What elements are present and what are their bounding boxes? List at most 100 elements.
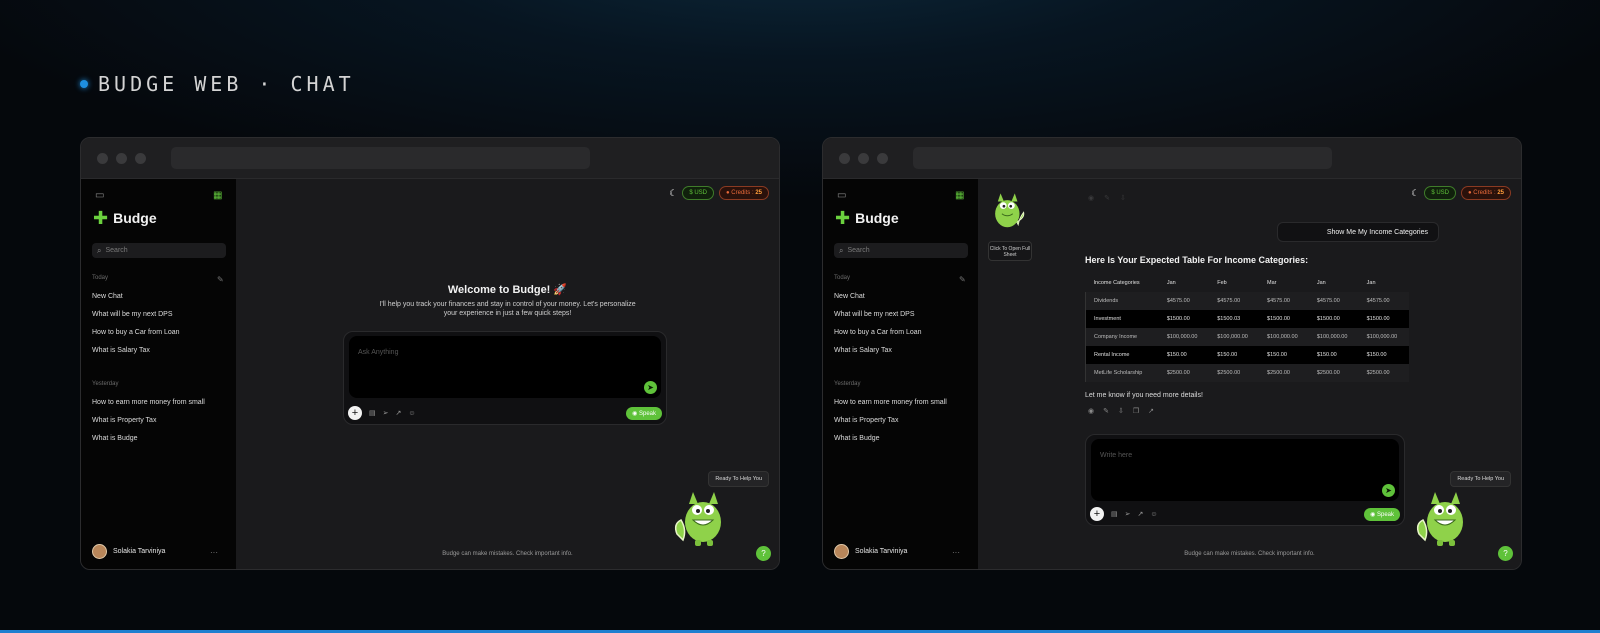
table-cell: $100,000.00: [1209, 328, 1260, 346]
send-plane-icon[interactable]: ➢: [383, 409, 389, 417]
avatar: [92, 544, 107, 559]
eye-icon[interactable]: ◉: [1088, 194, 1094, 202]
speak-button[interactable]: ◉ Speak: [1364, 508, 1400, 521]
grid-icon[interactable]: ▦: [213, 190, 222, 201]
expand-arrow-icon[interactable]: ↗: [1138, 510, 1144, 518]
table-cell: $1500.00: [1358, 310, 1409, 328]
dark-mode-icon[interactable]: ☾: [1411, 188, 1419, 199]
currency-badge[interactable]: $ USD: [1424, 186, 1456, 200]
table-cell: $150.00: [1209, 346, 1260, 364]
new-chat-edit-icon[interactable]: ✎: [217, 275, 224, 284]
speak-label: Speak: [638, 411, 656, 417]
speak-button[interactable]: ◉ Speak: [626, 407, 662, 420]
chat-item-new-chat[interactable]: New Chat: [834, 293, 865, 300]
search-input[interactable]: ⌕ Search: [834, 243, 968, 258]
download-icon[interactable]: ⇩: [1120, 194, 1126, 202]
new-chat-edit-icon[interactable]: ✎: [959, 275, 966, 284]
document-icon[interactable]: ▤: [369, 409, 376, 417]
chat-item[interactable]: How to buy a Car from Loan: [834, 329, 922, 336]
document-icon[interactable]: ▤: [1111, 510, 1118, 518]
search-icon: ⌕: [839, 245, 844, 255]
eye-icon[interactable]: ◉: [1088, 407, 1094, 415]
window-maximize-dot[interactable]: [877, 153, 888, 164]
chat-item[interactable]: How to earn more money from small: [834, 399, 947, 406]
open-full-sheet-button[interactable]: Click To Open Full Sheet: [988, 241, 1032, 261]
address-bar[interactable]: [171, 147, 590, 169]
pencil-icon[interactable]: ✎: [1103, 407, 1109, 415]
window-minimize-dot[interactable]: [116, 153, 127, 164]
faint-message-actions: ◉ ✎ ⇩: [1088, 194, 1126, 202]
search-input[interactable]: ⌕ Search: [92, 243, 226, 258]
chat-item[interactable]: What is Property Tax: [834, 417, 898, 424]
chat-main: ☾ $ USD ● Credits : 25 Welcome to Budge!…: [236, 179, 779, 569]
table-cell: $2500.00: [1158, 364, 1210, 382]
table-cell: $150.00: [1308, 346, 1359, 364]
table-row: Dividends $4575.00 $4575.00 $4575.00 $45…: [1084, 292, 1409, 310]
brand-logo[interactable]: ✚ Budge: [835, 209, 899, 227]
table-row: Rental Income $150.00 $150.00 $150.00 $1…: [1084, 346, 1409, 364]
chat-item[interactable]: How to earn more money from small: [92, 399, 205, 406]
chat-main: Click To Open Full Sheet ◉ ✎ ⇩ ☾ $ USD ●…: [978, 179, 1521, 569]
user-profile[interactable]: Solakia Tarviniya: [834, 544, 907, 559]
add-attachment-button[interactable]: +: [1090, 507, 1104, 521]
sidebar-toggle-icon[interactable]: ▭: [95, 190, 104, 201]
window-close-dot[interactable]: [839, 153, 850, 164]
budge-mascot[interactable]: [1413, 484, 1475, 549]
heading-dot: [80, 80, 88, 88]
welcome-subtitle: I'll help you track your finances and st…: [379, 301, 636, 317]
chat-item[interactable]: How to buy a Car from Loan: [92, 329, 180, 336]
chat-item-new-chat[interactable]: New Chat: [92, 293, 123, 300]
browser-window-welcome: ▭ ▦ ✚ Budge ⌕ Search Today ✎ New Chat Wh…: [80, 137, 780, 570]
chat-item[interactable]: What is Property Tax: [92, 417, 156, 424]
chat-item[interactable]: What will be my next DPS: [834, 311, 915, 318]
credits-label: Credits :: [731, 190, 754, 196]
chat-item[interactable]: What is Salary Tax: [92, 347, 150, 354]
download-icon[interactable]: ⇩: [1118, 407, 1124, 415]
window-maximize-dot[interactable]: [135, 153, 146, 164]
table-row: Company Income $100,000.00 $100,000.00 $…: [1084, 328, 1409, 346]
input-placeholder: Ask Anything: [358, 349, 399, 356]
user-profile[interactable]: Solakia Tarviniya: [92, 544, 165, 559]
copy-icon[interactable]: ❐: [1133, 407, 1139, 415]
column-header: Feb: [1209, 274, 1260, 292]
send-button[interactable]: ➤: [644, 381, 657, 394]
sidebar-toggle-icon[interactable]: ▭: [837, 190, 846, 201]
emoji-icon[interactable]: ☺: [408, 410, 415, 417]
address-bar[interactable]: [913, 147, 1332, 169]
window-close-dot[interactable]: [97, 153, 108, 164]
window-titlebar: [81, 138, 779, 179]
dark-mode-icon[interactable]: ☾: [669, 188, 677, 199]
table-cell: $1500.00: [1308, 310, 1359, 328]
budge-mascot[interactable]: [671, 484, 733, 549]
chat-item[interactable]: What is Salary Tax: [834, 347, 892, 354]
message-input[interactable]: Ask Anything ➤: [349, 336, 661, 398]
brand-logo[interactable]: ✚ Budge: [93, 209, 157, 227]
credits-badge[interactable]: ● Credits : 25: [719, 186, 769, 200]
credits-label: Credits :: [1473, 190, 1496, 196]
send-plane-icon[interactable]: ➢: [1125, 510, 1131, 518]
sheet-mascot[interactable]: [987, 187, 1029, 233]
more-options-icon[interactable]: ···: [210, 548, 218, 557]
table-cell: $1500.00: [1158, 310, 1210, 328]
add-attachment-button[interactable]: +: [348, 406, 362, 420]
table-cell: Rental Income: [1084, 346, 1159, 364]
currency-badge[interactable]: $ USD: [682, 186, 714, 200]
table-header-row: Income Categories Jan Feb Mar Jan Jan: [1085, 274, 1409, 292]
pencil-icon[interactable]: ✎: [1104, 194, 1110, 202]
window-minimize-dot[interactable]: [858, 153, 869, 164]
chat-item[interactable]: What is Budge: [92, 435, 138, 442]
table-cell: $2500.00: [1259, 364, 1309, 382]
send-button[interactable]: ➤: [1382, 484, 1395, 497]
chat-item[interactable]: What will be my next DPS: [92, 311, 173, 318]
chat-item[interactable]: What is Budge: [834, 435, 880, 442]
share-arrow-icon[interactable]: ↗: [1148, 407, 1154, 415]
credits-badge[interactable]: ● Credits : 25: [1461, 186, 1511, 200]
budge-logo-icon: ✚: [835, 208, 851, 228]
more-options-icon[interactable]: ···: [952, 548, 960, 557]
table-cell: $4575.00: [1209, 292, 1260, 310]
grid-icon[interactable]: ▦: [955, 190, 964, 201]
table-cell: $1500.00: [1259, 310, 1309, 328]
emoji-icon[interactable]: ☺: [1150, 511, 1157, 518]
message-input[interactable]: Write here ➤: [1091, 439, 1399, 501]
expand-arrow-icon[interactable]: ↗: [396, 409, 402, 417]
